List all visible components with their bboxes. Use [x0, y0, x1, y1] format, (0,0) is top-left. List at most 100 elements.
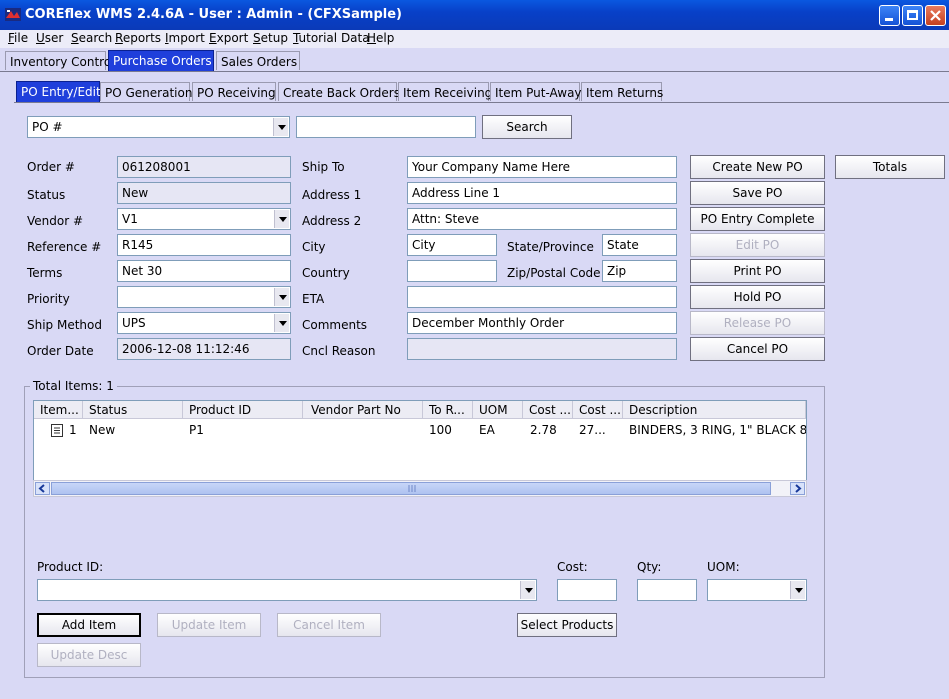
state-field[interactable]: State — [602, 234, 677, 256]
chevron-down-icon[interactable] — [274, 288, 289, 306]
search-button[interactable]: Search — [482, 115, 572, 139]
zip-field[interactable]: Zip — [602, 260, 677, 282]
terms-field[interactable]: Net 30 — [117, 260, 291, 282]
order-number-label: Order # — [27, 160, 75, 174]
cell-description: BINDERS, 3 RING, 1" BLACK 8-1 — [629, 423, 806, 437]
column-header-vendor-part-no[interactable]: Vendor Part No — [303, 401, 423, 419]
priority-select[interactable] — [117, 286, 291, 308]
menu-search[interactable]: Search — [71, 31, 112, 45]
chevron-down-icon[interactable] — [273, 118, 288, 136]
totals-button[interactable]: Totals — [835, 155, 945, 179]
zip-label: Zip/Postal Code — [507, 266, 601, 280]
terms-label: Terms — [27, 266, 63, 280]
close-icon[interactable] — [925, 5, 946, 26]
scroll-right-icon[interactable] — [790, 482, 805, 495]
order-date-label: Order Date — [27, 344, 94, 358]
eta-field[interactable] — [407, 286, 677, 308]
cell-item: 1 — [69, 423, 77, 437]
cancel-reason-field — [407, 338, 677, 360]
column-header-status[interactable]: Status — [83, 401, 183, 419]
country-field[interactable] — [407, 260, 497, 282]
menu-bar: File User Search Reports Import Export S… — [0, 30, 949, 48]
menu-reports[interactable]: Reports — [115, 31, 161, 45]
column-header-cost-total[interactable]: Cost ... — [573, 401, 623, 419]
tab-item-returns[interactable]: Item Returns — [581, 82, 663, 101]
vendor-select[interactable]: V1 — [117, 208, 291, 230]
qty-field[interactable] — [637, 579, 697, 601]
tab-inventory-control[interactable]: Inventory Control — [5, 51, 115, 70]
release-po-button[interactable]: Release PO — [690, 311, 825, 335]
update-item-button[interactable]: Update Item — [157, 613, 261, 637]
items-table: Item... Status Product ID Vendor Part No… — [33, 400, 807, 481]
scroll-left-icon[interactable] — [35, 482, 50, 495]
menu-help[interactable]: Help — [367, 31, 394, 45]
menu-tutorial-data[interactable]: Tutorial Data — [293, 31, 370, 45]
chevron-down-icon[interactable] — [790, 581, 805, 599]
sub-tabs-divider — [14, 102, 949, 103]
tab-item-receiving[interactable]: Item Receiving — [398, 82, 492, 101]
column-header-description[interactable]: Description — [623, 401, 806, 419]
cancel-po-button[interactable]: Cancel PO — [690, 337, 825, 361]
city-field[interactable]: City — [407, 234, 497, 256]
tab-po-generation[interactable]: PO Generation — [100, 82, 192, 101]
state-label: State/Province — [507, 240, 594, 254]
product-id-select[interactable] — [37, 579, 537, 601]
po-entry-complete-button[interactable]: PO Entry Complete — [690, 207, 825, 231]
print-po-button[interactable]: Print PO — [690, 259, 825, 283]
address1-field[interactable]: Address Line 1 — [407, 182, 677, 204]
column-header-cost[interactable]: Cost ... — [523, 401, 573, 419]
comments-label: Comments — [302, 318, 368, 332]
address1-label: Address 1 — [302, 188, 362, 202]
comments-field[interactable]: December Monthly Order — [407, 312, 677, 334]
app-window: COREflex WMS 2.4.6A - User : Admin - (CF… — [0, 0, 949, 699]
window-title: COREflex WMS 2.4.6A - User : Admin - (CF… — [25, 7, 402, 22]
uom-select[interactable] — [707, 579, 807, 601]
scroll-thumb[interactable] — [51, 482, 771, 495]
menu-file[interactable]: File — [8, 31, 28, 45]
hold-po-button[interactable]: Hold PO — [690, 285, 825, 309]
items-horizontal-scrollbar[interactable] — [33, 480, 807, 497]
menu-user[interactable]: User — [36, 31, 63, 45]
menu-setup[interactable]: Setup — [253, 31, 288, 45]
column-header-to-receive[interactable]: To R... — [423, 401, 473, 419]
qty-label: Qty: — [637, 560, 662, 574]
ship-method-label: Ship Method — [27, 318, 102, 332]
vendor-label: Vendor # — [27, 214, 84, 228]
select-products-button[interactable]: Select Products — [517, 613, 617, 637]
chevron-down-icon[interactable] — [274, 210, 289, 228]
tab-item-put-away[interactable]: Item Put-Away — [490, 82, 582, 101]
menu-import[interactable]: Import — [165, 31, 205, 45]
minimize-icon[interactable] — [879, 5, 900, 26]
create-new-po-button[interactable]: Create New PO — [690, 155, 825, 179]
tab-po-entry-edit[interactable]: PO Entry/Edit — [16, 81, 101, 103]
column-header-item[interactable]: Item... — [34, 401, 83, 419]
tab-sales-orders[interactable]: Sales Orders — [216, 51, 300, 70]
tab-purchase-orders[interactable]: Purchase Orders — [108, 50, 214, 71]
title-bar: COREflex WMS 2.4.6A - User : Admin - (CF… — [0, 0, 949, 30]
reference-field[interactable]: R145 — [117, 234, 291, 256]
ship-method-select[interactable]: UPS — [117, 312, 291, 334]
search-field-select[interactable]: PO # — [27, 116, 290, 138]
column-header-uom[interactable]: UOM — [473, 401, 523, 419]
edit-po-button[interactable]: Edit PO — [690, 233, 825, 257]
column-header-product-id[interactable]: Product ID — [183, 401, 303, 419]
document-icon — [51, 424, 63, 437]
save-po-button[interactable]: Save PO — [690, 181, 825, 205]
cell-to-receive: 100 — [429, 423, 452, 437]
chevron-down-icon[interactable] — [520, 581, 535, 599]
tab-po-receiving[interactable]: PO Receiving — [192, 82, 276, 101]
cell-uom: EA — [479, 423, 495, 437]
chevron-down-icon[interactable] — [274, 314, 289, 332]
address2-field[interactable]: Attn: Steve — [407, 208, 677, 230]
update-desc-button[interactable]: Update Desc — [37, 643, 141, 667]
tab-create-back-orders[interactable]: Create Back Orders — [278, 82, 400, 101]
cost-field[interactable] — [557, 579, 617, 601]
menu-export[interactable]: Export — [209, 31, 248, 45]
reference-label: Reference # — [27, 240, 102, 254]
ship-to-field[interactable]: Your Company Name Here — [407, 156, 677, 178]
cost-label: Cost: — [557, 560, 588, 574]
maximize-icon[interactable] — [902, 5, 923, 26]
cancel-item-button[interactable]: Cancel Item — [277, 613, 381, 637]
add-item-button[interactable]: Add Item — [37, 613, 141, 637]
search-input[interactable] — [296, 116, 476, 138]
